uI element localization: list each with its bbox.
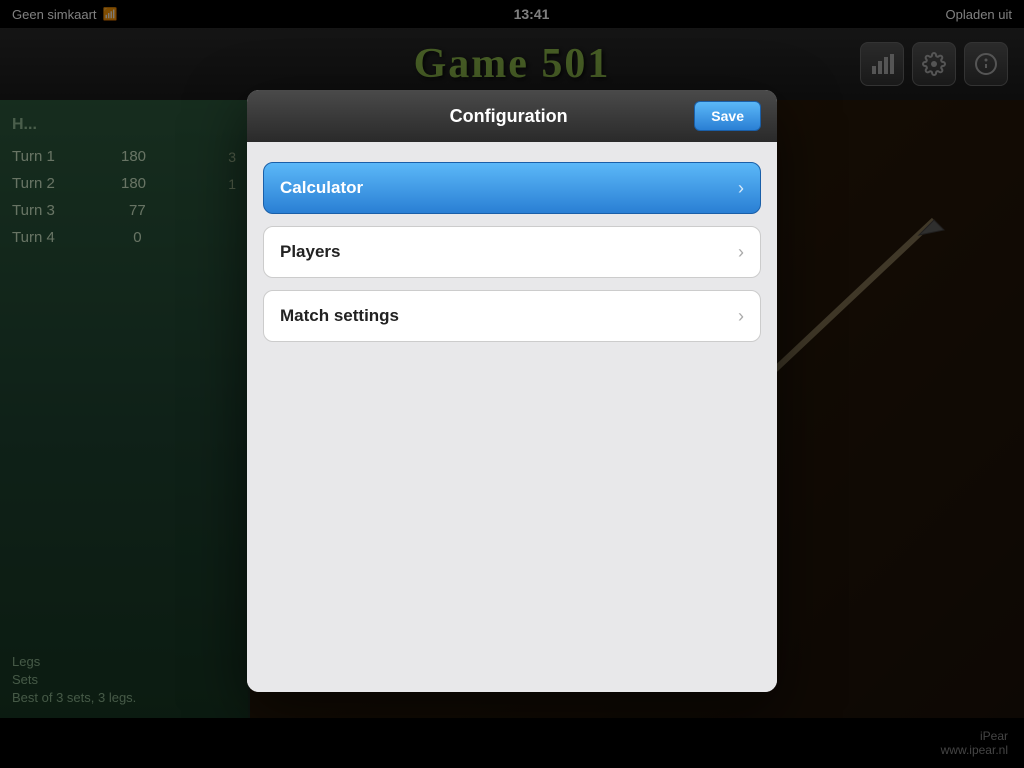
match-settings-chevron-icon: › bbox=[738, 306, 744, 327]
modal-body: Calculator › Players › Match settings › bbox=[247, 142, 777, 692]
players-label: Players bbox=[280, 242, 341, 262]
match-settings-menu-item[interactable]: Match settings › bbox=[263, 290, 761, 342]
players-menu-item[interactable]: Players › bbox=[263, 226, 761, 278]
modal-title: Configuration bbox=[323, 106, 694, 127]
calculator-chevron-icon: › bbox=[738, 178, 744, 199]
modal-header: Configuration Save bbox=[247, 90, 777, 142]
calculator-label: Calculator bbox=[280, 178, 363, 198]
players-chevron-icon: › bbox=[738, 242, 744, 263]
config-modal: Configuration Save Calculator › Players … bbox=[247, 90, 777, 692]
calculator-menu-item[interactable]: Calculator › bbox=[263, 162, 761, 214]
save-button[interactable]: Save bbox=[694, 101, 761, 131]
match-settings-label: Match settings bbox=[280, 306, 399, 326]
